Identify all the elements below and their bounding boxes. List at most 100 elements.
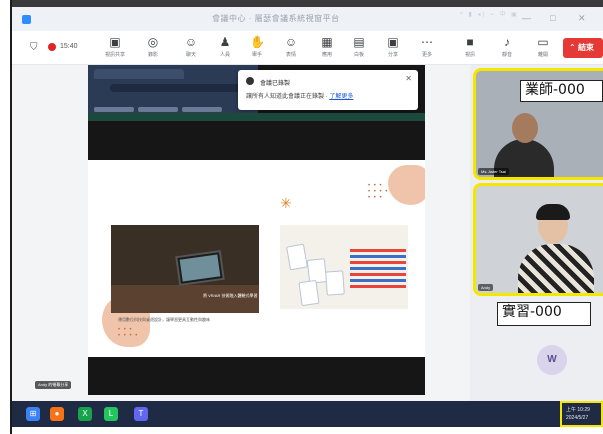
share-label: 分享 — [387, 52, 398, 58]
mic-label: 靜音 — [501, 52, 512, 58]
camera-label: 視訊 — [464, 52, 475, 58]
participants-button[interactable]: ♟ 人員 — [210, 33, 240, 63]
bookmark-item — [182, 107, 222, 112]
apps-icon: ▦ — [321, 35, 333, 49]
participant-name: Ms. Aster Tsai — [478, 168, 509, 175]
participant-name: Andy — [478, 284, 494, 291]
screen-button[interactable]: ▣ 視訊共享 — [100, 33, 130, 63]
raise-hand-button[interactable]: ✋ 舉手 — [242, 33, 272, 63]
line-icon[interactable]: L — [104, 407, 118, 421]
record-label: 錄影 — [147, 52, 158, 58]
firefox-icon[interactable]: ● — [50, 407, 64, 421]
security-shield-icon[interactable]: ⛉ — [30, 42, 38, 53]
apps-button[interactable]: ▦ 應用 — [312, 33, 342, 63]
board-game-photo — [280, 225, 408, 309]
minimize-button[interactable]: — — [522, 13, 531, 23]
participants-icon: ♟ — [219, 35, 231, 49]
raise-hand-label: 舉手 — [251, 52, 262, 58]
intern-label: 實習-000 — [497, 302, 591, 326]
notification-text: 讓所有人知道此會議正在錄製 · — [246, 94, 328, 100]
screen-bottom-edge — [12, 427, 603, 434]
reaction-button[interactable]: ☺ 表情 — [276, 33, 306, 63]
screen-bezel-top — [10, 0, 603, 7]
game-card — [286, 243, 308, 271]
bookmarks-bar — [94, 99, 254, 112]
screen: { "window": { "title": "會議中心 · 屬瑟會議系統視窗平… — [0, 0, 603, 434]
game-board — [350, 249, 406, 289]
table-surface — [111, 285, 259, 313]
decorative-blob — [388, 165, 425, 205]
leave-label: 離開 — [537, 52, 548, 58]
excel-icon[interactable]: X — [78, 407, 92, 421]
elapsed-time: 15:40 — [60, 43, 78, 50]
leave-button[interactable]: ▭ 離開 — [528, 33, 558, 63]
mic-icon: ♪ — [504, 35, 510, 49]
share-tag: Andy 的螢幕分享 — [35, 381, 72, 389]
decorative-dots: • • • • • • • • • • — [368, 183, 389, 201]
window-title: 會議中心 · 屬瑟會議系統視窗平台 — [212, 14, 340, 23]
photo-caption: 將 VR/AR 技術融入體驗式學習 — [203, 293, 258, 298]
windows-icon[interactable]: ⊞ — [26, 407, 40, 421]
shared-screen-bottom-band — [88, 357, 425, 395]
os-taskbar — [12, 401, 603, 427]
browser-window — [88, 65, 258, 113]
camera-icon: ■ — [466, 35, 474, 49]
recording-indicator-icon — [48, 43, 56, 51]
screen-label: 視訊共享 — [104, 52, 125, 58]
page-header-strip — [88, 113, 425, 121]
avatar[interactable]: W — [537, 345, 567, 375]
share-icon: ▣ — [387, 35, 399, 49]
app-icon — [22, 15, 31, 24]
address-bar — [110, 84, 240, 92]
browser-tab — [94, 69, 184, 79]
record-icon — [246, 77, 254, 85]
more-icon: ⋯ — [421, 35, 433, 49]
camera-button[interactable]: ■ 視訊 — [455, 33, 485, 63]
chat-icon: ☺ — [184, 35, 198, 49]
bookmark-item — [94, 107, 134, 112]
leave-icon: ▭ — [537, 35, 549, 49]
game-card — [298, 279, 320, 307]
vr-learning-photo: 將 VR/AR 技術融入體驗式學習 — [111, 225, 259, 313]
clock-time: 上午 10:29 — [566, 407, 590, 413]
video-tile-intern[interactable]: Andy — [473, 183, 603, 296]
close-notification-icon[interactable]: ✕ — [405, 74, 412, 83]
mentor-label: 業師-000 — [520, 80, 603, 102]
screen-icon: ▣ — [109, 35, 121, 49]
whiteboard-button[interactable]: ▤ 白板 — [344, 33, 374, 63]
chat-button[interactable]: ☺ 聊天 — [176, 33, 206, 63]
taskbar-clock[interactable]: 上午 10:29 2024/5/27 — [560, 401, 603, 427]
share-button[interactable]: ▣ 分享 — [378, 33, 408, 63]
more-label: 更多 — [421, 52, 432, 58]
notification-body: 讓所有人知道此會議正在錄製 · 了解更多 — [246, 91, 353, 100]
game-card — [325, 270, 345, 296]
chat-label: 聊天 — [185, 52, 196, 58]
clock-date: 2024/5/27 — [566, 415, 589, 421]
whiteboard-label: 白板 — [353, 52, 364, 58]
record-button[interactable]: ◎ 錄影 — [138, 33, 168, 63]
decorative-dots: • • • • • • • — [118, 327, 139, 339]
shared-screen: 會議已錄製 讓所有人知道此會議正在錄製 · 了解更多 ✕ • • • • • • … — [88, 65, 425, 395]
participant-body — [518, 244, 594, 293]
learn-more-link[interactable]: 了解更多 — [329, 94, 353, 100]
participants-label: 人員 — [219, 52, 230, 58]
apps-label: 應用 — [321, 52, 332, 58]
more-button[interactable]: ⋯ 更多 — [412, 33, 442, 63]
whiteboard-icon: ▤ — [353, 35, 365, 49]
bookmark-item — [138, 107, 178, 112]
participant-hair — [536, 204, 570, 220]
participant-head — [512, 113, 538, 143]
reaction-label: 表情 — [285, 52, 296, 58]
close-button[interactable]: ✕ — [578, 13, 586, 24]
recording-notification: 會議已錄製 讓所有人知道此會議正在錄製 · 了解更多 ✕ — [238, 70, 418, 110]
end-meeting-button[interactable]: ⌃ 結束 — [563, 38, 603, 58]
maximize-button[interactable]: □ — [550, 13, 555, 23]
mic-button[interactable]: ♪ 靜音 — [492, 33, 522, 63]
decorative-star-icon: ✳ — [280, 195, 292, 211]
end-meeting-label: 結束 — [577, 43, 594, 52]
teams-icon[interactable]: T — [134, 407, 148, 421]
reaction-icon: ☺ — [284, 35, 298, 49]
system-tray[interactable]: ^ ▮ ◂) ⌁ 中 ▣ — [460, 9, 519, 18]
raise-hand-icon: ✋ — [250, 35, 265, 49]
record-icon: ◎ — [147, 35, 159, 49]
